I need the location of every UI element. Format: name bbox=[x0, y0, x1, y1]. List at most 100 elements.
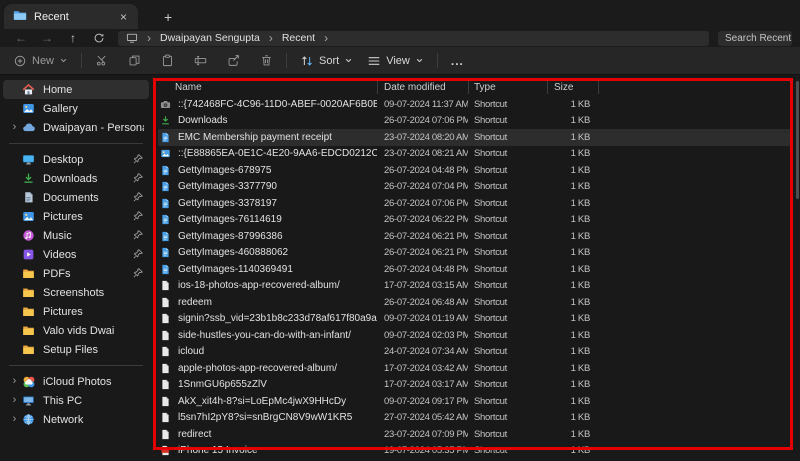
sidebar-separator bbox=[9, 143, 143, 144]
table-row[interactable]: l5sn7hI2pY8?si=snBrgCN8V9wW1KR527-07-202… bbox=[158, 410, 790, 427]
chevron-right-icon[interactable]: › bbox=[8, 414, 21, 425]
table-row[interactable]: GettyImages-337779026-07-2024 07:04 PMSh… bbox=[158, 179, 790, 196]
table-row[interactable]: redirect23-07-2024 07:09 PMShortcut1 KB bbox=[158, 426, 790, 443]
table-row[interactable]: GettyImages-67897526-07-2024 04:48 PMSho… bbox=[158, 162, 790, 179]
table-row[interactable]: redeem26-07-2024 06:48 AMShortcut1 KB bbox=[158, 294, 790, 311]
sidebar-item-setup-files[interactable]: Setup Files bbox=[3, 340, 149, 359]
column-divider[interactable] bbox=[547, 81, 548, 94]
sidebar-item-label: Setup Files bbox=[43, 344, 144, 356]
file-type: Shortcut bbox=[468, 396, 547, 407]
file-size: 1 KB bbox=[547, 379, 598, 390]
column-divider[interactable] bbox=[468, 81, 469, 94]
sidebar-item-music[interactable]: Music bbox=[3, 226, 149, 245]
table-row[interactable]: signin?ssb_vid=23b1b8c233d78af617f80a9a5… bbox=[158, 311, 790, 328]
table-row[interactable]: 1SnmGU6p655zZlV17-07-2024 03:17 AMShortc… bbox=[158, 377, 790, 394]
table-row[interactable]: ::{E88865EA-0E1C-4E20-9AA6-EDCD0212C87C}… bbox=[158, 146, 790, 163]
breadcrumb-item-recent[interactable]: Recent bbox=[282, 32, 315, 44]
new-button[interactable]: New bbox=[6, 50, 75, 72]
chevron-right-icon[interactable]: › bbox=[8, 376, 21, 387]
doc-white-icon bbox=[160, 280, 174, 291]
doc-white-icon bbox=[160, 330, 174, 341]
window-body: HomeGallery›Dwaipayan - PersonalDesktopD… bbox=[0, 75, 800, 460]
refresh-icon bbox=[93, 31, 105, 45]
table-row[interactable]: EMC Membership payment receipt23-07-2024… bbox=[158, 129, 790, 146]
sidebar-item-pdfs[interactable]: PDFs bbox=[3, 264, 149, 283]
sidebar-item-valo-vids-dwai[interactable]: Valo vids Dwai bbox=[3, 321, 149, 340]
tab-recent[interactable]: Recent × bbox=[4, 4, 138, 29]
table-row[interactable]: GettyImages-7611461926-07-2024 06:22 PMS… bbox=[158, 212, 790, 229]
delete-button[interactable] bbox=[253, 50, 280, 72]
ellipsis-icon: ... bbox=[451, 54, 464, 68]
doc-blue-icon bbox=[160, 165, 174, 176]
view-button[interactable]: View bbox=[360, 50, 431, 72]
table-row[interactable]: ios-18-photos-app-recovered-album/17-07-… bbox=[158, 278, 790, 295]
chevron-down-icon bbox=[344, 56, 353, 65]
date-modified: 26-07-2024 06:48 AM bbox=[377, 297, 468, 308]
table-row[interactable]: GettyImages-8799638626-07-2024 06:21 PMS… bbox=[158, 228, 790, 245]
doc-blue-icon bbox=[160, 247, 174, 258]
forward-button[interactable]: → bbox=[34, 32, 60, 44]
sidebar-item-network[interactable]: ›Network bbox=[3, 410, 149, 429]
cut-button[interactable] bbox=[88, 50, 115, 72]
refresh-button[interactable] bbox=[86, 32, 112, 45]
date-modified: 24-07-2024 07:34 AM bbox=[377, 346, 468, 357]
file-size: 1 KB bbox=[547, 115, 598, 126]
sidebar-item-icloud-photos[interactable]: ›iCloud Photos bbox=[3, 372, 149, 391]
sidebar-item-downloads[interactable]: Downloads bbox=[3, 169, 149, 188]
sidebar-item-videos[interactable]: Videos bbox=[3, 245, 149, 264]
table-row[interactable]: side-hustles-you-can-do-with-an-infant/0… bbox=[158, 327, 790, 344]
file-name: 1SnmGU6p655zZlV bbox=[174, 379, 377, 390]
scrollbar[interactable] bbox=[796, 81, 799, 199]
back-button[interactable]: ← bbox=[8, 32, 34, 44]
sidebar-item-dwaipayan-personal[interactable]: ›Dwaipayan - Personal bbox=[3, 118, 149, 137]
column-header-size[interactable]: Size bbox=[547, 82, 598, 93]
see-more-button[interactable]: ... bbox=[444, 50, 471, 72]
chevron-right-icon[interactable]: › bbox=[269, 32, 273, 44]
column-header-type[interactable]: Type bbox=[468, 82, 547, 93]
table-row[interactable]: apple-photos-app-recovered-album/17-07-2… bbox=[158, 360, 790, 377]
sidebar-item-this-pc[interactable]: ›This PC bbox=[3, 391, 149, 410]
doc-blue-icon bbox=[160, 214, 174, 225]
sidebar-item-pictures[interactable]: Pictures bbox=[3, 207, 149, 226]
table-row[interactable]: ::{742468FC-4C96-11D0-ABEF-0020AF6B0B7A}… bbox=[158, 96, 790, 113]
up-button[interactable]: ↑ bbox=[60, 32, 86, 44]
chevron-right-icon[interactable]: › bbox=[8, 395, 21, 406]
table-row[interactable]: GettyImages-46088806226-07-2024 06:21 PM… bbox=[158, 245, 790, 262]
sort-icon bbox=[300, 54, 314, 68]
sidebar-item-home[interactable]: Home bbox=[3, 80, 149, 99]
share-button[interactable] bbox=[220, 50, 247, 72]
table-row[interactable]: AkX_xit4h-8?si=LoEpMc4jwX9HHcDy09-07-202… bbox=[158, 393, 790, 410]
table-row[interactable]: Downloads26-07-2024 07:06 PMShortcut1 KB bbox=[158, 113, 790, 130]
chevron-right-icon[interactable]: › bbox=[324, 32, 328, 44]
sidebar-item-screenshots[interactable]: Screenshots bbox=[3, 283, 149, 302]
table-row[interactable]: GettyImages-114036949126-07-2024 04:48 P… bbox=[158, 261, 790, 278]
search-input[interactable]: Search Recent bbox=[718, 31, 792, 46]
sidebar-item-pictures[interactable]: Pictures bbox=[3, 302, 149, 321]
date-modified: 26-07-2024 04:48 PM bbox=[377, 264, 468, 275]
paste-button[interactable] bbox=[154, 50, 181, 72]
sidebar-item-desktop[interactable]: Desktop bbox=[3, 150, 149, 169]
file-size: 1 KB bbox=[547, 165, 598, 176]
table-row[interactable]: GettyImages-337819726-07-2024 07:06 PMSh… bbox=[158, 195, 790, 212]
table-row[interactable]: icloud24-07-2024 07:34 AMShortcut1 KB bbox=[158, 344, 790, 361]
chevron-right-icon[interactable]: › bbox=[8, 122, 21, 133]
sidebar-item-gallery[interactable]: Gallery bbox=[3, 99, 149, 118]
sidebar-item-documents[interactable]: Documents bbox=[3, 188, 149, 207]
copy-button[interactable] bbox=[121, 50, 148, 72]
column-divider[interactable] bbox=[598, 81, 599, 94]
monitor-icon bbox=[126, 32, 138, 44]
column-divider[interactable] bbox=[377, 81, 378, 94]
table-row[interactable]: iPhone 15 Invoice19-07-2024 05:35 PMShor… bbox=[158, 443, 790, 460]
documents-icon bbox=[21, 190, 36, 205]
column-header-date-modified[interactable]: Date modified bbox=[377, 82, 468, 93]
sort-button[interactable]: Sort bbox=[293, 50, 360, 72]
new-tab-button[interactable]: + bbox=[158, 9, 178, 29]
doc-white-icon bbox=[160, 297, 174, 308]
tab-close-icon[interactable]: × bbox=[117, 10, 130, 24]
column-header-name[interactable]: Name bbox=[158, 82, 377, 93]
explorer-icon bbox=[13, 8, 27, 25]
toolbar-separator bbox=[81, 53, 82, 68]
breadcrumb-item-user[interactable]: Dwaipayan Sengupta bbox=[160, 32, 260, 44]
rename-button[interactable] bbox=[187, 50, 214, 72]
file-name: signin?ssb_vid=23b1b8c233d78af617f80a9a5… bbox=[174, 313, 377, 324]
